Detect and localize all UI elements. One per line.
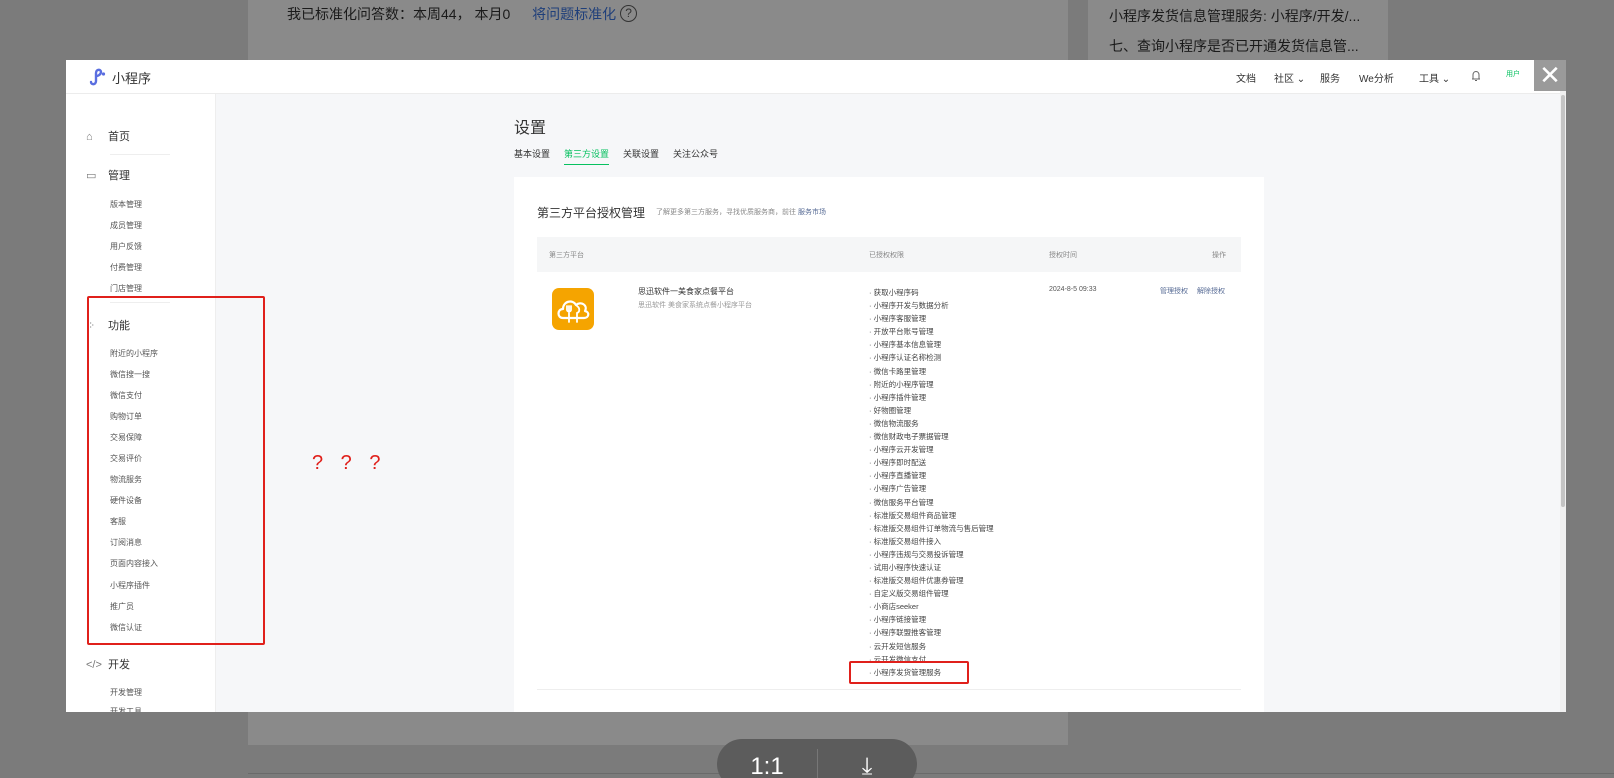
- nav-docs[interactable]: 文档: [1236, 70, 1256, 85]
- avatar[interactable]: 用户: [1506, 69, 1520, 79]
- code-icon: </>: [86, 659, 102, 671]
- permission-item: · 小程序认证名称检测: [869, 353, 942, 363]
- permission-list: · 获取小程序码 · 小程序开发与数据分析 · 小程序客服管理 · 开放平台账号管理 ·…: [869, 286, 994, 679]
- image-viewer-toolbar: 1:1 ⤓: [717, 739, 917, 778]
- sidebar-separator: [110, 154, 170, 155]
- logo-text: 小程序: [112, 71, 152, 86]
- download-icon[interactable]: ⤓: [817, 739, 917, 778]
- column-header-platform: 第三方平台: [549, 252, 584, 259]
- permission-item: · 开放平台账号管理: [869, 327, 934, 337]
- tab-third-party[interactable]: 第三方设置: [564, 147, 610, 165]
- bell-icon[interactable]: [1471, 70, 1481, 82]
- permission-item: · 好物圈管理: [869, 405, 912, 415]
- sidebar-item[interactable]: 用户反馈: [110, 241, 142, 252]
- permission-item: · 微信服务平台管理: [869, 497, 934, 507]
- close-icon[interactable]: ✕: [1534, 60, 1566, 91]
- permission-item: · 小程序违规与交易投诉管理: [869, 549, 964, 559]
- service-market-link[interactable]: 服务市场: [798, 209, 826, 216]
- permission-item: · 标准版交易组件商品管理: [869, 510, 957, 520]
- app-logo: [552, 288, 594, 330]
- chevron-down-icon: ⌄: [1439, 74, 1451, 85]
- home-icon: ⌂: [86, 131, 93, 143]
- chevron-down-icon: ⌄: [1294, 74, 1306, 85]
- help-icon[interactable]: ?: [620, 5, 638, 22]
- permission-item: · 小程序开发与数据分析: [869, 301, 949, 311]
- stats-text: 我已标准化问答数：本周44， 本月0: [287, 6, 511, 22]
- permission-item: · 小程序广告管理: [869, 484, 927, 494]
- permission-item: · 小程序即时配送: [869, 458, 927, 468]
- scrollbar-thumb[interactable]: [1561, 95, 1565, 507]
- permission-item: · 小程序客服管理: [869, 314, 927, 324]
- nav-community[interactable]: 社区 ⌄: [1274, 70, 1305, 85]
- column-header-actions: 操作: [1212, 252, 1226, 259]
- nav-tools[interactable]: 工具 ⌄: [1419, 70, 1450, 85]
- permission-item: · 小程序云开发管理: [869, 445, 934, 455]
- annotation-highlight-features: [87, 296, 265, 645]
- sidebar-item[interactable]: 开发管理: [110, 687, 142, 698]
- permission-item: · 云开发短信服务: [869, 641, 927, 651]
- sidebar-group-manage[interactable]: ▭ 管理: [86, 167, 130, 183]
- sidebar-group-develop[interactable]: </> 开发: [86, 656, 130, 672]
- related-article-link[interactable]: 小程序发货信息管理服务: 小程序/开发/...: [1109, 6, 1360, 26]
- permission-item: · 标准版交易组件优惠券管理: [869, 576, 964, 586]
- sidebar-item[interactable]: 开发工具: [110, 706, 142, 712]
- permission-item: · 标准版交易组件订单物流与售后管理: [869, 523, 994, 533]
- permission-item: · 微信物流服务: [869, 418, 919, 428]
- page-title: 设置: [514, 120, 547, 137]
- revoke-auth-link[interactable]: 解除授权: [1197, 286, 1225, 296]
- sidebar-item[interactable]: 付费管理: [110, 262, 142, 273]
- permission-item: · 附近的小程序管理: [869, 379, 934, 389]
- annotation-question-marks: ? ? ?: [312, 452, 387, 474]
- permission-item: · 自定义版交易组件管理: [869, 589, 949, 599]
- permission-item: · 小程序联盟推客管理: [869, 628, 942, 638]
- row-divider: [537, 689, 1241, 690]
- auth-time: 2024-8-5 09:33: [1049, 286, 1097, 293]
- permission-item: · 小程序直播管理: [869, 471, 927, 481]
- sidebar-item[interactable]: 版本管理: [110, 199, 142, 210]
- permission-item: · 微信卡路里管理: [869, 366, 927, 376]
- background-stats: 我已标准化问答数：本周44， 本月0 将问题标准化 ?: [287, 4, 638, 24]
- manage-auth-link[interactable]: 管理授权: [1160, 286, 1188, 296]
- permission-item: · 标准版交易组件接入: [869, 536, 942, 546]
- permission-item: · 小程序基本信息管理: [869, 340, 942, 350]
- miniprogram-topbar: 小程序 文档 社区 ⌄ 服务 We分析 工具 ⌄ 用户: [66, 60, 1566, 94]
- tab-linked[interactable]: 关联设置: [623, 147, 659, 164]
- cloud-fork-icon: [557, 300, 590, 323]
- sidebar-group-home[interactable]: ⌂ 首页: [86, 128, 130, 144]
- settings-tabs: 基本设置 第三方设置 关联设置 关注公众号: [514, 147, 732, 165]
- permission-item: · 获取小程序码: [869, 288, 919, 297]
- column-header-time: 授权时间: [1049, 252, 1077, 259]
- background-divider: [248, 773, 1614, 774]
- miniprogram-logo-icon: [89, 68, 106, 86]
- column-header-permissions: 已授权权限: [869, 252, 904, 259]
- standardize-link[interactable]: 将问题标准化: [532, 6, 616, 22]
- annotation-highlight-shipping-permission: [849, 661, 969, 684]
- sidebar-item[interactable]: 成员管理: [110, 220, 142, 231]
- permission-item: · 小商店seeker: [869, 602, 919, 612]
- card-subtitle: 了解更多第三方服务，寻找优质服务商，前往 服务市场: [656, 209, 826, 216]
- actual-size-button[interactable]: 1:1: [717, 739, 817, 778]
- inbox-icon: ▭: [86, 170, 97, 182]
- sidebar-item[interactable]: 门店管理: [110, 283, 142, 294]
- permission-item: · 微信财政电子票据管理: [869, 432, 949, 442]
- nav-services[interactable]: 服务: [1320, 70, 1340, 85]
- permission-item: · 试用小程序快速认证: [869, 562, 942, 572]
- tab-follow-account[interactable]: 关注公众号: [673, 147, 718, 164]
- permission-item: · 小程序链接管理: [869, 615, 927, 625]
- app-description: 思迅软件 美食家系统点餐小程序平台: [638, 302, 752, 309]
- app-name: 思迅软件一美食家点餐平台: [638, 287, 734, 296]
- permission-item: · 小程序插件管理: [869, 392, 927, 402]
- nav-analytics[interactable]: We分析: [1359, 70, 1394, 85]
- tab-basic[interactable]: 基本设置: [514, 147, 550, 164]
- related-article-link[interactable]: 七、查询小程序是否已开通发货信息管...: [1109, 36, 1359, 56]
- card-title: 第三方平台授权管理: [537, 206, 646, 220]
